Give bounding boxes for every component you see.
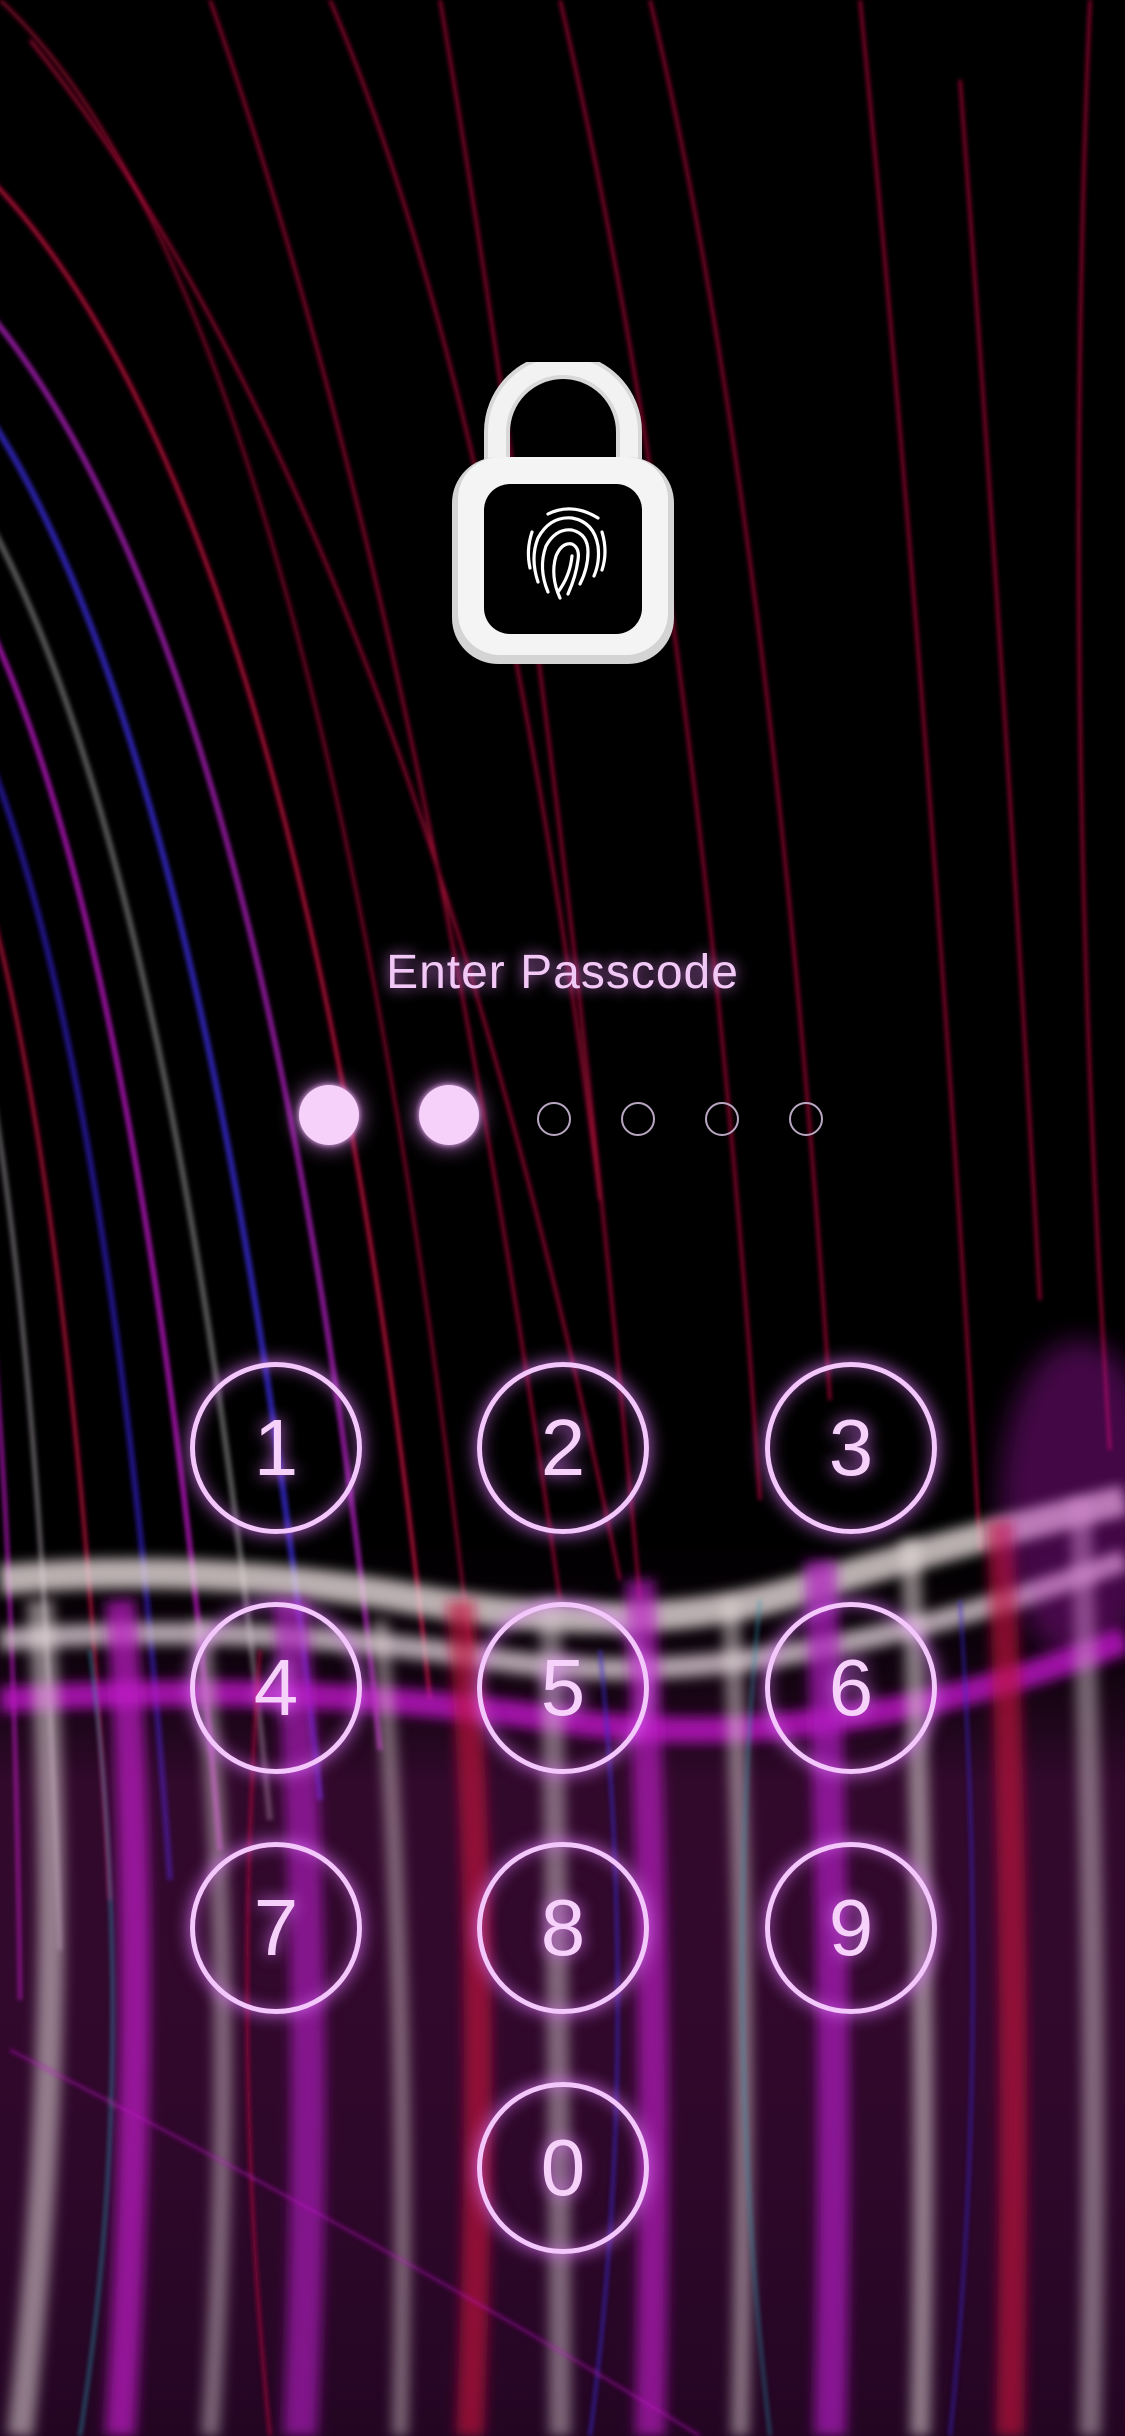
keypad-key-2[interactable]: 2 <box>477 1362 649 1534</box>
keypad-key-3[interactable]: 3 <box>765 1362 937 1534</box>
keypad-key-8[interactable]: 8 <box>477 1842 649 2014</box>
unlocked-padlock-fingerprint-icon <box>452 362 674 664</box>
passcode-dot-empty <box>705 1102 739 1136</box>
lock-screen: Enter Passcode 1 2 3 4 5 6 7 8 9 0 <box>0 0 1125 2436</box>
passcode-dot-filled <box>419 1085 479 1145</box>
keypad-key-6[interactable]: 6 <box>765 1602 937 1774</box>
enter-passcode-label: Enter Passcode <box>386 946 739 999</box>
passcode-dot-empty <box>789 1102 823 1136</box>
keypad-key-7[interactable]: 7 <box>190 1842 362 2014</box>
keypad-key-5[interactable]: 5 <box>477 1602 649 1774</box>
keypad-key-9[interactable]: 9 <box>765 1842 937 2014</box>
keypad-key-0[interactable]: 0 <box>477 2082 649 2254</box>
passcode-dot-empty <box>537 1102 571 1136</box>
keypad-key-4[interactable]: 4 <box>190 1602 362 1774</box>
keypad-key-1[interactable]: 1 <box>190 1362 362 1534</box>
passcode-dot-empty <box>621 1102 655 1136</box>
passcode-dot-filled <box>299 1085 359 1145</box>
